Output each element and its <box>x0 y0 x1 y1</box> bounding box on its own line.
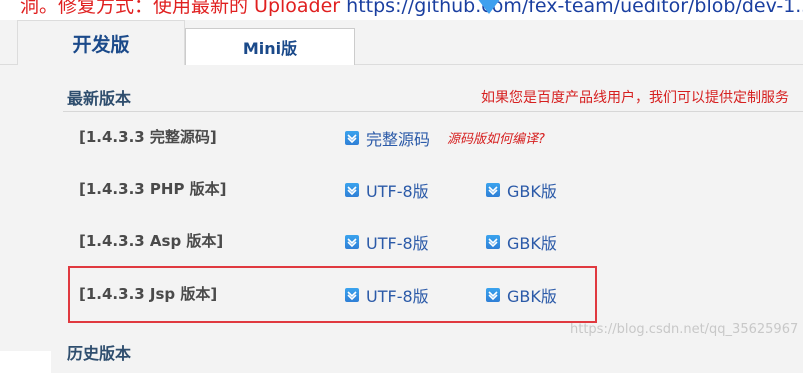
banner-text: 洞。修复方式：使用最新的 Uploader https://github.com… <box>20 0 803 18</box>
tab-mini-version[interactable]: Mini版 <box>185 28 355 65</box>
download-arrow-icon <box>486 235 500 249</box>
link-label: GBK版 <box>507 234 557 253</box>
download-php-gbk-link[interactable]: GBK版 <box>486 178 557 202</box>
row-label: [1.4.3.3 完整源码] <box>79 128 217 146</box>
banner-link[interactable]: https://github.com/fex-team/ueditor/blob… <box>346 0 803 17</box>
row-label: [1.4.3.3 Asp 版本] <box>79 232 224 250</box>
watermark: https://blog.csdn.net/qq_35625967 <box>570 322 799 337</box>
tab-dev-version[interactable]: 开发版 <box>17 20 185 65</box>
link-label: UTF-8版 <box>366 234 429 253</box>
jsp-highlight-box <box>68 266 597 323</box>
section-divider <box>63 111 803 112</box>
history-section-title: 历史版本 <box>67 344 132 363</box>
download-full-source-link[interactable]: 完整源码 <box>345 126 430 150</box>
cursor-arrow-icon <box>477 0 501 14</box>
download-row-php: [1.4.3.3 PHP 版本] UTF-8版 GBK版 <box>51 174 803 204</box>
link-label: GBK版 <box>507 182 557 201</box>
download-arrow-icon <box>345 131 359 145</box>
download-row-source: [1.4.3.3 完整源码] 完整源码 源码版如何编译? <box>51 122 803 152</box>
custom-service-notice: 如果您是百度产品线用户，我们可以提供定制服务 <box>481 90 789 106</box>
download-php-utf8-link[interactable]: UTF-8版 <box>345 178 429 202</box>
tab-divider <box>0 64 17 65</box>
download-asp-utf8-link[interactable]: UTF-8版 <box>345 230 429 254</box>
link-label: UTF-8版 <box>366 182 429 201</box>
section-title: 最新版本 <box>67 89 132 108</box>
download-row-asp: [1.4.3.3 Asp 版本] UTF-8版 GBK版 <box>51 226 803 256</box>
download-asp-gbk-link[interactable]: GBK版 <box>486 230 557 254</box>
download-arrow-icon <box>486 183 500 197</box>
link-label: 完整源码 <box>366 130 431 149</box>
row-label: [1.4.3.3 PHP 版本] <box>79 180 227 198</box>
download-arrow-icon <box>345 235 359 249</box>
notice-banner: 洞。修复方式：使用最新的 Uploader https://github.com… <box>0 0 803 20</box>
download-arrow-icon <box>345 183 359 197</box>
banner-message: 洞。修复方式：使用最新的 Uploader <box>20 0 341 17</box>
compile-help-link[interactable]: 源码版如何编译? <box>447 128 545 147</box>
tab-divider <box>355 64 803 65</box>
